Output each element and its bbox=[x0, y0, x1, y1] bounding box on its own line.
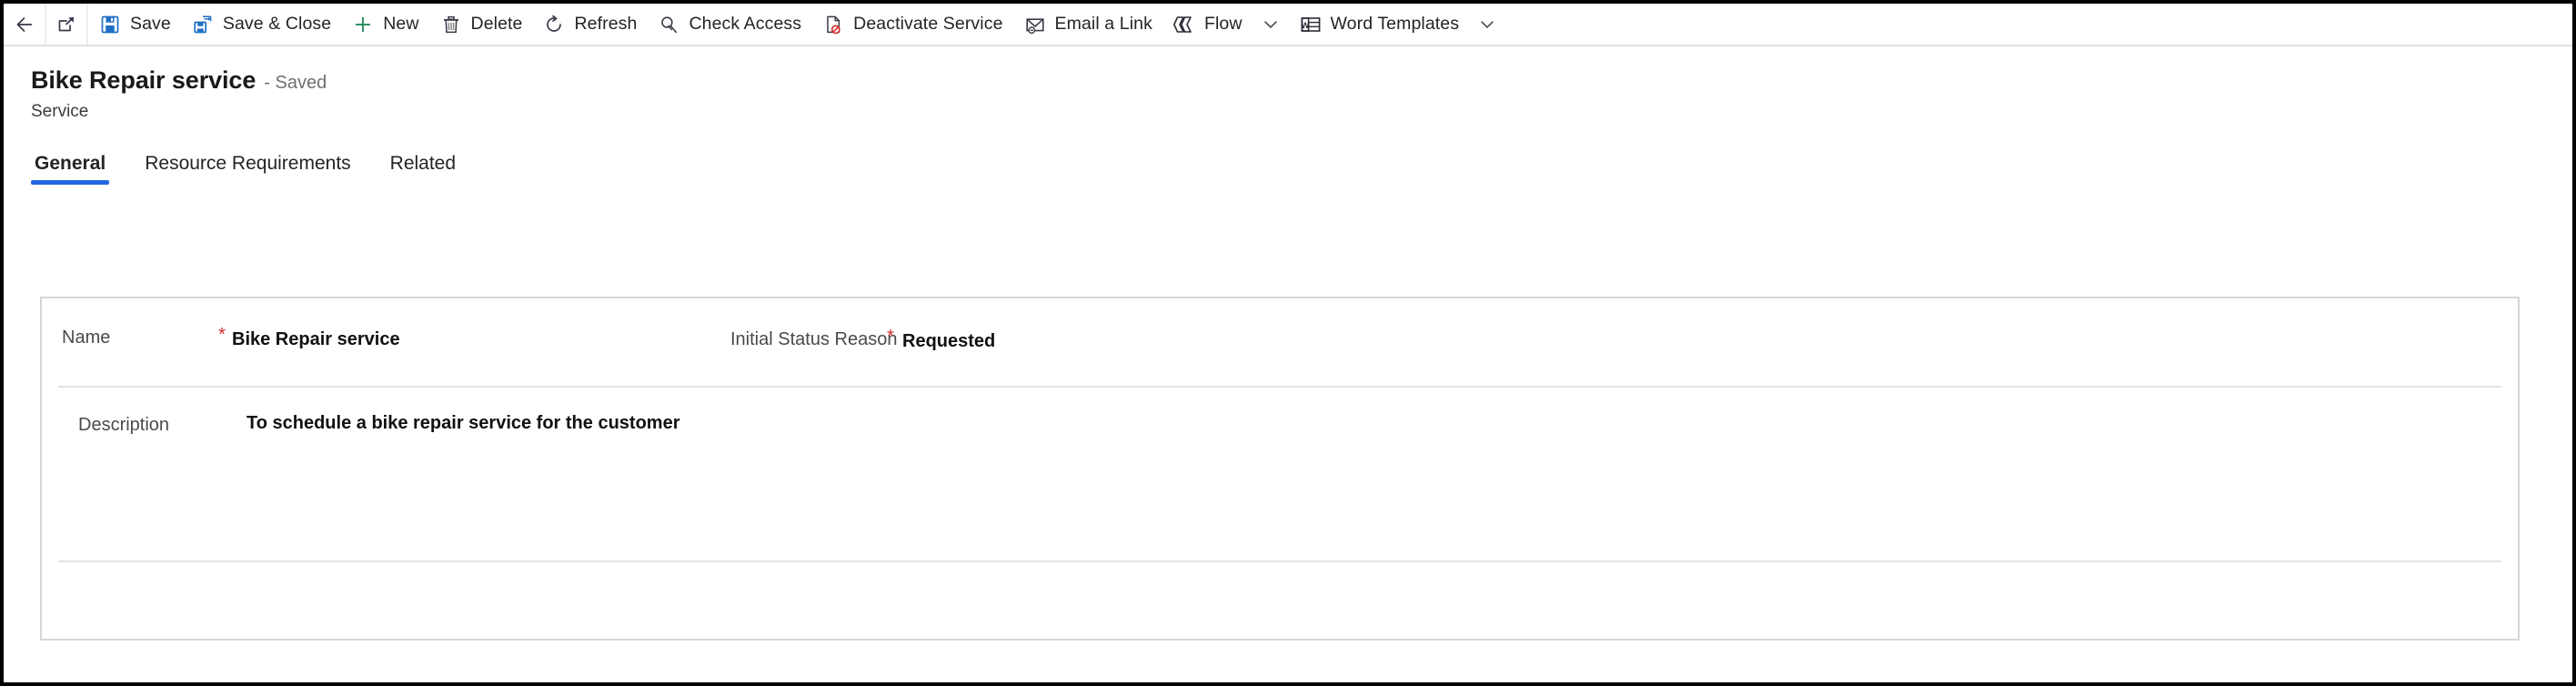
entity-name-text: Service bbox=[31, 102, 89, 121]
check-access-button[interactable]: Check Access bbox=[647, 4, 811, 45]
flow-icon bbox=[1172, 13, 1196, 36]
new-label: New bbox=[383, 14, 419, 34]
save-icon bbox=[98, 13, 122, 36]
popout-icon bbox=[58, 16, 75, 31]
trash-icon bbox=[439, 13, 463, 36]
chevron-down-icon bbox=[1481, 20, 1494, 28]
email-a-link-label: Email a Link bbox=[1054, 14, 1152, 34]
refresh-button[interactable]: Refresh bbox=[532, 4, 647, 45]
name-field-value[interactable]: Bike Repair service bbox=[232, 329, 400, 350]
word-templates-label: Word Templates bbox=[1330, 14, 1460, 34]
initial-status-reason-field-value[interactable]: Requested bbox=[902, 331, 995, 352]
word-templates-dropdown-button[interactable] bbox=[1469, 4, 1505, 45]
command-bar: Save Save & Close New Delete Refresh Che… bbox=[4, 4, 2572, 46]
chevron-down-icon bbox=[1263, 20, 1277, 28]
description-field-value[interactable]: To schedule a bike repair service for th… bbox=[247, 413, 679, 434]
delete-button[interactable]: Delete bbox=[429, 4, 533, 45]
popout-button[interactable] bbox=[46, 4, 88, 45]
deactivate-service-label: Deactivate Service bbox=[853, 14, 1003, 34]
deactivate-service-button[interactable]: Deactivate Service bbox=[811, 4, 1012, 45]
form-row: Description To schedule a bike repair se… bbox=[58, 386, 2501, 560]
form-card: Name * Bike Repair service Initial Statu… bbox=[40, 297, 2520, 641]
delete-label: Delete bbox=[470, 14, 523, 34]
save-and-close-icon bbox=[191, 13, 215, 36]
tab-related[interactable]: Related bbox=[387, 153, 459, 185]
form-row: Name * Bike Repair service Initial Statu… bbox=[42, 298, 2518, 386]
title-row: Bike Repair service - Saved bbox=[31, 66, 2572, 95]
check-access-label: Check Access bbox=[689, 14, 802, 34]
refresh-icon bbox=[542, 13, 566, 36]
save-and-close-label: Save & Close bbox=[222, 14, 332, 34]
refresh-label: Refresh bbox=[574, 14, 638, 34]
deactivate-icon bbox=[821, 13, 845, 36]
initial-status-reason-required-marker: * bbox=[887, 327, 894, 347]
save-label: Save bbox=[130, 14, 171, 34]
email-link-icon bbox=[1023, 13, 1047, 36]
tab-resource-requirements[interactable]: Resource Requirements bbox=[141, 153, 354, 185]
word-templates-button[interactable]: W Word Templates bbox=[1289, 4, 1470, 45]
tab-strip: General Resource Requirements Related bbox=[31, 148, 2572, 185]
save-state-text: - Saved bbox=[264, 73, 327, 93]
flow-label: Flow bbox=[1203, 14, 1243, 34]
name-required-marker: * bbox=[218, 325, 226, 345]
save-button[interactable]: Save bbox=[88, 4, 181, 45]
svg-text:W: W bbox=[1301, 21, 1309, 30]
description-field-label: Description bbox=[78, 415, 170, 435]
back-button[interactable] bbox=[4, 4, 46, 45]
back-arrow-icon bbox=[16, 16, 32, 32]
plus-icon bbox=[351, 13, 375, 36]
flow-dropdown-button[interactable] bbox=[1253, 4, 1289, 45]
form-row-empty bbox=[58, 560, 2501, 637]
save-and-close-button[interactable]: Save & Close bbox=[181, 4, 341, 45]
initial-status-reason-field-label: Initial Status Reason bbox=[730, 329, 898, 349]
record-header: Bike Repair service - Saved Service bbox=[4, 46, 2572, 122]
word-template-icon: W bbox=[1299, 13, 1323, 36]
tab-general[interactable]: General bbox=[31, 153, 110, 185]
new-button[interactable]: New bbox=[341, 4, 428, 45]
page-title: Bike Repair service bbox=[31, 66, 257, 94]
key-icon bbox=[657, 13, 680, 36]
flow-button[interactable]: Flow bbox=[1162, 4, 1253, 45]
email-a-link-button[interactable]: Email a Link bbox=[1013, 4, 1162, 45]
application-window: Save Save & Close New Delete Refresh Che… bbox=[4, 4, 2572, 682]
